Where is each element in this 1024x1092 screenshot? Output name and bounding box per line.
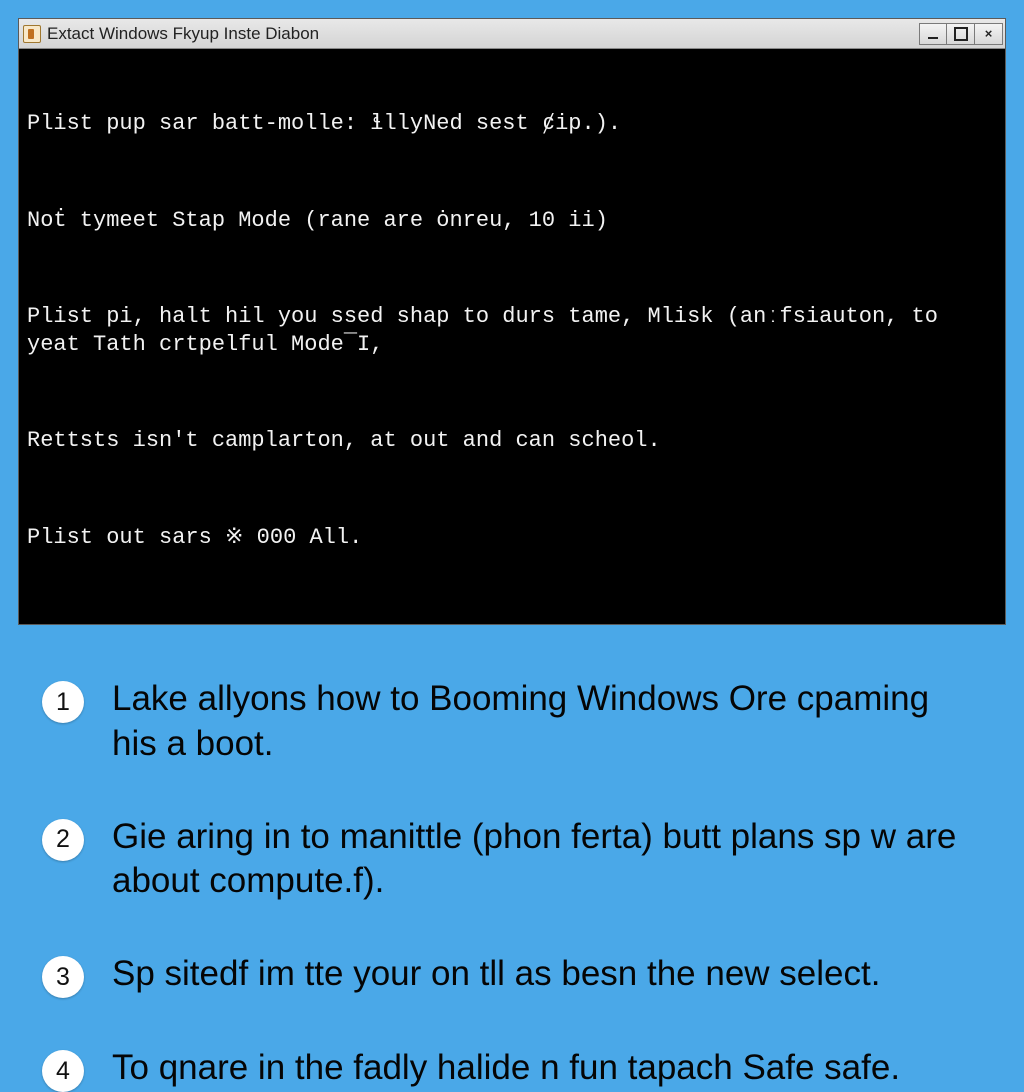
app-icon bbox=[23, 25, 41, 43]
step-text: To qnare in the fadly halide n fun tapac… bbox=[112, 1046, 900, 1091]
minimize-button[interactable] bbox=[919, 23, 947, 45]
instruction-list: 1 Lake allyons how to Booming Windows Or… bbox=[18, 677, 1006, 1092]
list-item: 3 Sp sitedf im tte your on tll as besn t… bbox=[42, 952, 982, 998]
terminal-line: Rettsts isn't camplarton, at out and can… bbox=[27, 427, 995, 455]
step-text: Sp sitedf im tte your on tll as besn the… bbox=[112, 952, 880, 997]
window-controls: × bbox=[919, 23, 1003, 45]
terminal-line: Plist out sars ※ 000 All. bbox=[27, 524, 995, 552]
terminal-line: Plist pup sar batt-molle: ɬllyNed sest ȼ… bbox=[27, 110, 995, 138]
close-button[interactable]: × bbox=[975, 23, 1003, 45]
window-title: Extact Windows Fkyup Inste Diabon bbox=[47, 24, 913, 44]
maximize-button[interactable] bbox=[947, 23, 975, 45]
step-text: Lake allyons how to Booming Windows Ore … bbox=[112, 677, 982, 767]
step-number-badge: 2 bbox=[42, 819, 84, 861]
terminal-line: Plist pi, halt hil you ssed shap to durs… bbox=[27, 303, 995, 358]
step-number-badge: 3 bbox=[42, 956, 84, 998]
terminal-window: Extact Windows Fkyup Inste Diabon × Plis… bbox=[18, 18, 1006, 625]
step-number-badge: 1 bbox=[42, 681, 84, 723]
step-text: Gie aring in to manittle (phon ferta) bu… bbox=[112, 815, 982, 905]
titlebar: Extact Windows Fkyup Inste Diabon × bbox=[19, 19, 1005, 49]
list-item: 2 Gie aring in to manittle (phon ferta) … bbox=[42, 815, 982, 905]
terminal-output: Plist pup sar batt-molle: ɬllyNed sest ȼ… bbox=[19, 49, 1005, 624]
terminal-line: Noṫ tymeet Stap Mode (rane are ȯnreu, 10… bbox=[27, 207, 995, 235]
step-number-badge: 4 bbox=[42, 1050, 84, 1092]
list-item: 1 Lake allyons how to Booming Windows Or… bbox=[42, 677, 982, 767]
list-item: 4 To qnare in the fadly halide n fun tap… bbox=[42, 1046, 982, 1092]
